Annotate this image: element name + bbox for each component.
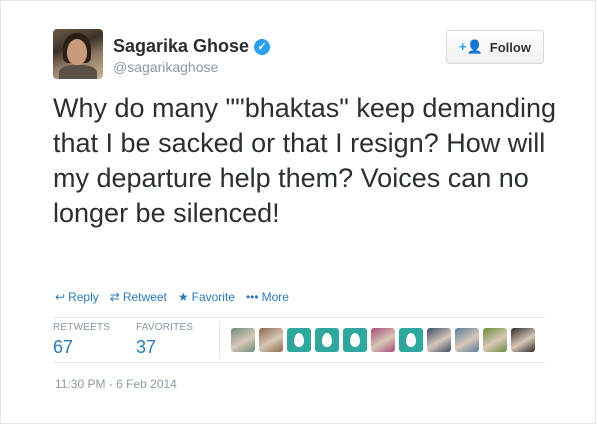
favorites-label: FAVORITES bbox=[136, 322, 194, 333]
default-egg-avatar[interactable] bbox=[399, 328, 423, 352]
favoriter-avatar[interactable] bbox=[231, 328, 255, 352]
tweet-timestamp[interactable]: 11:30 PM - 6 Feb 2014 bbox=[55, 377, 177, 391]
default-egg-avatar[interactable] bbox=[343, 328, 367, 352]
more-icon: ••• bbox=[245, 290, 259, 304]
reply-label: Reply bbox=[68, 290, 99, 304]
favorite-label: Favorite bbox=[191, 290, 235, 304]
favoriter-avatar[interactable] bbox=[511, 328, 535, 352]
tweet-text: Why do many ""bhaktas" keep demanding th… bbox=[53, 93, 557, 228]
retweet-button[interactable]: ⇄ Retweet bbox=[110, 290, 167, 304]
favoriters-list bbox=[231, 328, 535, 352]
follow-button-label: Follow bbox=[489, 39, 531, 55]
person-plus-icon: +👤 bbox=[459, 39, 483, 54]
default-egg-avatar[interactable] bbox=[287, 328, 311, 352]
favoriter-avatar[interactable] bbox=[455, 328, 479, 352]
avatar[interactable] bbox=[53, 29, 103, 79]
verified-badge-icon: ✓ bbox=[254, 38, 271, 55]
avatar-face bbox=[67, 39, 87, 65]
tweet-actions: ↩ Reply ⇄ Retweet ★ Favorite ••• More bbox=[55, 290, 289, 304]
more-button[interactable]: ••• More bbox=[246, 290, 289, 304]
favorites-count: 37 bbox=[136, 337, 157, 357]
follow-button[interactable]: +👤 Follow bbox=[446, 30, 544, 64]
avatar-shirt bbox=[59, 65, 97, 79]
divider bbox=[53, 317, 545, 318]
reply-icon: ↩ bbox=[55, 290, 66, 304]
favoriter-avatar[interactable] bbox=[259, 328, 283, 352]
favoriter-avatar[interactable] bbox=[371, 328, 395, 352]
favoriter-avatar[interactable] bbox=[483, 328, 507, 352]
retweet-icon: ⇄ bbox=[109, 290, 120, 304]
tweet-card: Sagarika Ghose ✓ @sagarikaghose +👤 Follo… bbox=[0, 0, 596, 424]
retweet-label: Retweet bbox=[122, 290, 167, 304]
retweets-count: 67 bbox=[53, 337, 74, 357]
user-name[interactable]: Sagarika Ghose bbox=[113, 36, 249, 57]
favoriter-avatar[interactable] bbox=[427, 328, 451, 352]
favorite-button[interactable]: ★ Favorite bbox=[178, 290, 235, 304]
retweets-stat[interactable]: RETWEETS 67 bbox=[53, 322, 110, 358]
favorites-stat[interactable]: FAVORITES 37 bbox=[136, 322, 193, 358]
retweets-label: RETWEETS bbox=[53, 322, 111, 333]
star-icon: ★ bbox=[177, 290, 189, 304]
more-label: More bbox=[261, 290, 289, 304]
divider bbox=[53, 362, 545, 363]
default-egg-avatar[interactable] bbox=[315, 328, 339, 352]
user-handle[interactable]: @sagarikaghose bbox=[113, 59, 218, 75]
stats-separator bbox=[219, 322, 220, 358]
reply-button[interactable]: ↩ Reply bbox=[55, 290, 99, 304]
name-row: Sagarika Ghose ✓ bbox=[113, 36, 271, 57]
